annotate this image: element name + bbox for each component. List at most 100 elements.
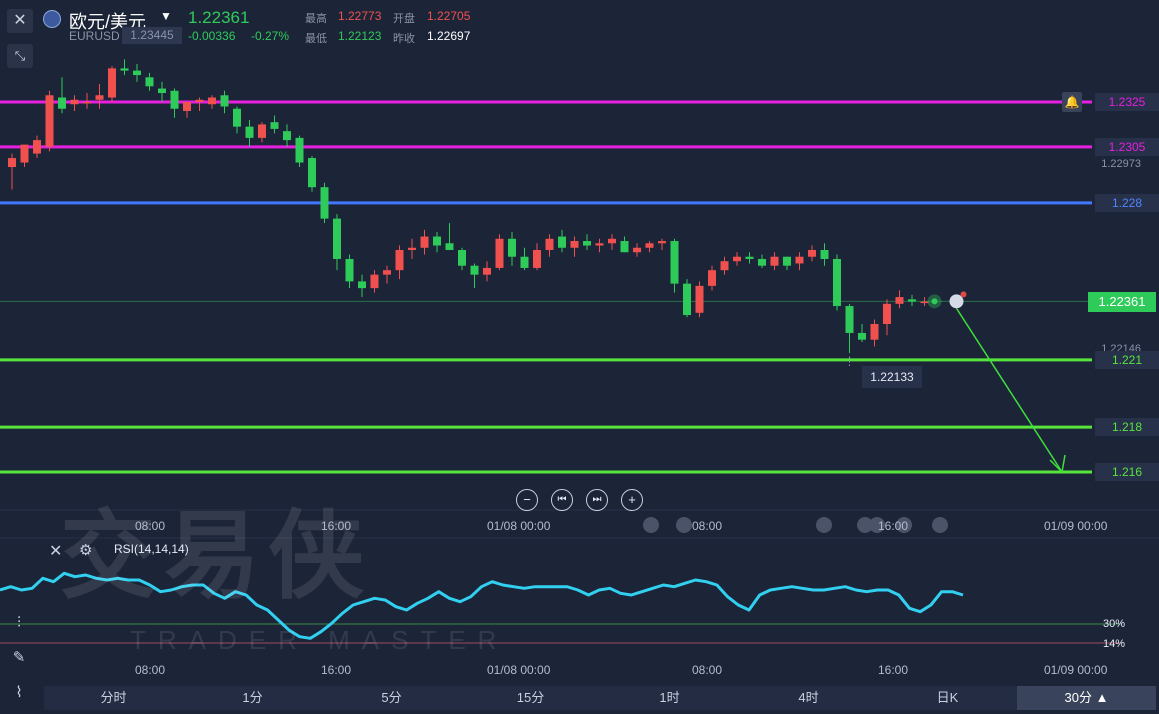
- prev-close-value: 1.22697: [427, 29, 471, 43]
- candle-body: [870, 324, 879, 340]
- candle-body: [383, 270, 391, 275]
- last-price-dot: [931, 298, 938, 305]
- candle-body: [608, 238, 616, 244]
- candle-body: [358, 281, 366, 289]
- candle-body: [545, 238, 554, 250]
- tab-timeframe-active[interactable]: 30分 ▲: [1017, 686, 1156, 710]
- candle-body: [658, 241, 666, 244]
- candle-body: [570, 241, 579, 248]
- rsi-time-axis-label: 16:00: [878, 663, 909, 677]
- watermark-subtitle: TRADER MASTER: [130, 625, 509, 655]
- price-change-pct: -0.27%: [251, 29, 290, 43]
- candle-body: [895, 297, 904, 304]
- candle-body: [433, 236, 441, 246]
- price-tag-magenta-1[interactable]: 1.2325: [1095, 93, 1159, 111]
- chevron-down-icon[interactable]: ▼: [160, 9, 172, 23]
- candle-body: [95, 95, 104, 100]
- high-label: 最高: [305, 13, 327, 25]
- candle-body: [683, 283, 691, 316]
- shrink-icon[interactable]: ⤡: [7, 44, 33, 68]
- current-price-tag: 1.22361: [1088, 292, 1156, 312]
- settings-icon[interactable]: ⚙: [79, 541, 92, 559]
- event-marker[interactable]: [816, 517, 832, 533]
- candle-body: [758, 258, 766, 266]
- candle-body: [133, 70, 141, 76]
- candle-body: [645, 243, 654, 248]
- last-price: 1.22361: [188, 8, 250, 27]
- candle-body: [820, 250, 829, 259]
- candle-body: [345, 258, 354, 282]
- low-marker-label: 1.22133: [862, 366, 922, 388]
- candle-body: [445, 243, 454, 250]
- rsi-time-axis-label: 01/09 00:00: [1044, 663, 1108, 677]
- price-tag-magenta-2[interactable]: 1.2305: [1095, 138, 1159, 156]
- crosshair-price-tooltip: 1.23445: [122, 27, 182, 44]
- candle-body: [195, 99, 204, 102]
- candle-body: [833, 258, 841, 307]
- candle-body: [670, 241, 679, 284]
- candle-body: [470, 265, 479, 275]
- candle-body: [908, 299, 916, 302]
- candle-body: [620, 241, 629, 253]
- indicator-icon[interactable]: ⫶: [6, 610, 32, 636]
- price-tag-green-3[interactable]: 1.216: [1095, 463, 1159, 481]
- candle-body: [745, 256, 754, 259]
- step-back-button[interactable]: ⏮: [551, 489, 573, 511]
- rsi-time-axis-label: 08:00: [692, 663, 723, 677]
- candle-body: [733, 256, 741, 262]
- tab-timeframe[interactable]: 4时: [739, 686, 878, 710]
- event-marker[interactable]: [676, 517, 692, 533]
- event-marker[interactable]: [643, 517, 659, 533]
- close-icon[interactable]: ✕: [7, 9, 33, 33]
- tab-timeframe[interactable]: 1分: [183, 686, 322, 710]
- pencil-icon[interactable]: ✎: [6, 645, 32, 671]
- candle-body: [920, 301, 929, 304]
- candle-body: [220, 95, 229, 107]
- zoom-out-button[interactable]: −: [516, 489, 538, 511]
- candle-body: [583, 241, 591, 246]
- flag-icon: [43, 10, 61, 28]
- price-tag-blue[interactable]: 1.228: [1095, 194, 1159, 212]
- candle-body: [333, 218, 341, 259]
- close-indicator-icon[interactable]: ✕: [49, 541, 62, 561]
- candle-body: [708, 270, 716, 286]
- candle-body: [145, 77, 154, 87]
- time-axis-label: 01/09 00:00: [1044, 519, 1108, 533]
- candle-body: [83, 102, 91, 104]
- tab-timeframe[interactable]: 1时: [600, 686, 739, 710]
- info-marker-badge: [960, 291, 967, 298]
- rsi-time-axis-label: 08:00: [135, 663, 166, 677]
- line-chart-icon[interactable]: ⌇: [6, 680, 32, 706]
- candle-body: [458, 250, 466, 266]
- time-axis-label: 16:00: [878, 519, 909, 533]
- price-tag-green-2[interactable]: 1.218: [1095, 418, 1159, 436]
- candle-body: [258, 124, 266, 138]
- price-tag-green-1[interactable]: 1.221: [1095, 351, 1159, 369]
- candle-body: [808, 250, 816, 257]
- zoom-in-button[interactable]: +: [621, 489, 643, 511]
- high-value: 1.22773: [338, 9, 382, 23]
- low-value: 1.22123: [338, 29, 382, 43]
- bell-icon[interactable]: 🔔: [1062, 92, 1082, 112]
- candle-body: [108, 68, 116, 98]
- candle-body: [158, 88, 166, 94]
- rsi-level-high: 30%: [1102, 618, 1125, 630]
- candle-body: [495, 238, 504, 268]
- tab-timeframe[interactable]: 15分: [461, 686, 600, 710]
- candle-body: [320, 187, 329, 219]
- candle-body: [58, 97, 66, 109]
- rsi-time-axis-label: 16:00: [321, 663, 352, 677]
- candle-body: [120, 68, 129, 71]
- event-marker[interactable]: [932, 517, 948, 533]
- step-forward-button[interactable]: ⏭: [586, 489, 608, 511]
- candle-body: [483, 267, 491, 275]
- tab-timeframe[interactable]: 日K: [878, 686, 1017, 710]
- open-label: 开盘: [393, 13, 415, 25]
- candle-body: [720, 261, 729, 271]
- tab-timeframe[interactable]: 分时: [44, 686, 183, 710]
- candle-body: [283, 131, 291, 141]
- timeframe-tabs: 分时 1分 5分 15分 1时 4时 日K 30分 ▲: [44, 686, 1156, 710]
- tab-timeframe[interactable]: 5分: [322, 686, 461, 710]
- rsi-level-low: 14%: [1102, 638, 1125, 650]
- candle-body: [183, 102, 191, 111]
